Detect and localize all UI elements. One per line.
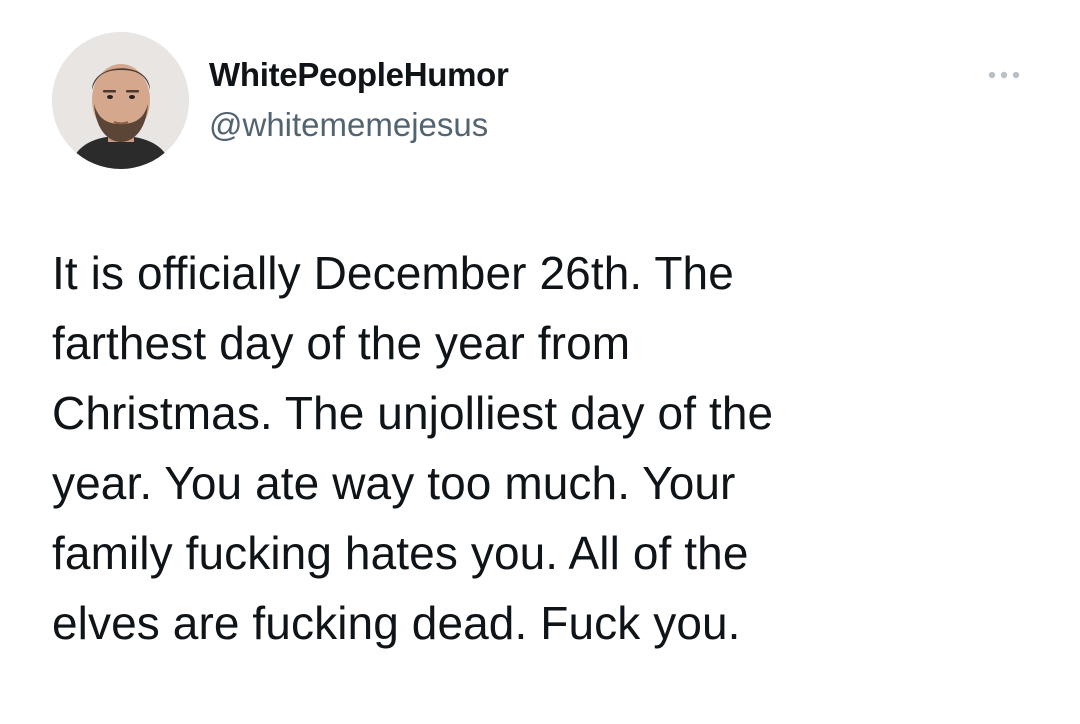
avatar[interactable] — [52, 32, 189, 169]
ellipsis-icon — [988, 71, 1020, 79]
tweet-text-line: year. You ate way too much. Your — [52, 457, 736, 509]
tweet-text-line: It is officially December 26th. The — [52, 247, 734, 299]
tweet-card: WhitePeopleHumor @whitememejesus It is o… — [0, 0, 1080, 724]
avatar-photo — [52, 32, 189, 169]
tweet-text-line: family fucking hates you. All of the — [52, 527, 749, 579]
tweet-text-line: Christmas. The unjolliest day of the — [52, 387, 774, 439]
tweet-text: It is officially December 26th. The fart… — [52, 238, 1012, 658]
tweet-text-line: farthest day of the year from — [52, 317, 631, 369]
tweet-text-line: elves are fucking dead. Fuck you. — [52, 597, 741, 649]
author-display-name[interactable]: WhitePeopleHumor — [209, 56, 509, 94]
author-handle[interactable]: @whitememejesus — [209, 106, 488, 144]
more-options-button[interactable] — [982, 60, 1026, 90]
